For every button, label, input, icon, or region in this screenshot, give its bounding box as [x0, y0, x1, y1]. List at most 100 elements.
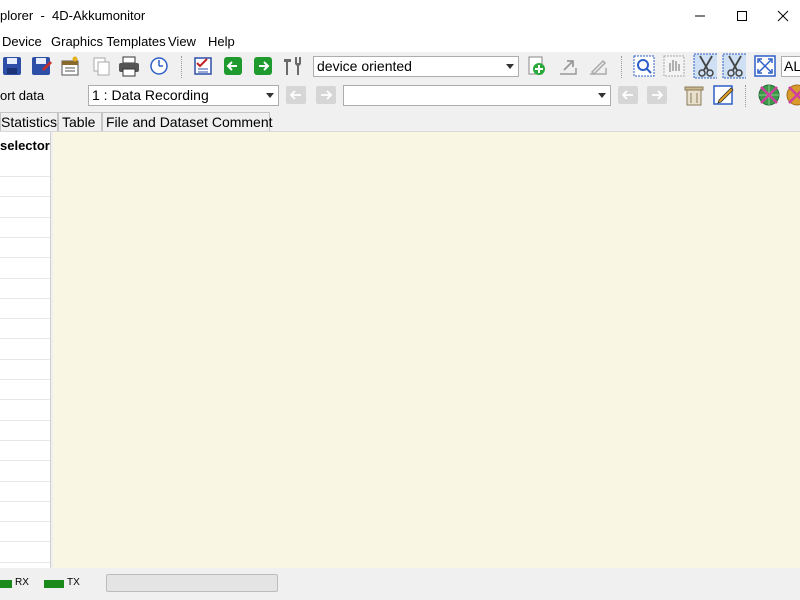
tab-bar: Statistics Table File and Dataset Commen…: [0, 110, 800, 132]
pencil-icon: [713, 85, 734, 105]
menu-graphics-templates[interactable]: Graphics Templates: [51, 34, 166, 49]
globe-disabled-2-icon: [786, 84, 800, 106]
selector-row-line: [0, 481, 50, 482]
cut-left-button[interactable]: [693, 53, 717, 79]
main-toolbar: device oriented AL: [0, 52, 800, 82]
selector-row-line: [0, 359, 50, 360]
globe-cancel-2-button[interactable]: [784, 83, 800, 107]
edit-button[interactable]: [586, 54, 610, 78]
edit-icon: [590, 59, 607, 76]
minimize-button[interactable]: [680, 0, 720, 32]
menu-view[interactable]: View: [168, 34, 196, 49]
clock-icon: [150, 57, 168, 75]
chevron-down-icon: [593, 86, 610, 105]
trash-icon: [684, 86, 704, 106]
scissors-left-icon: [693, 53, 717, 79]
maximize-button[interactable]: [722, 0, 762, 32]
cut-right-button[interactable]: [722, 53, 746, 79]
fit-button[interactable]: [753, 54, 777, 78]
zoom-button[interactable]: [632, 54, 656, 78]
selector-row-line: [0, 521, 50, 522]
selector-row-line: [0, 420, 50, 421]
hand-icon: [663, 55, 685, 77]
save-as-button[interactable]: [29, 54, 53, 78]
record-select-value: 1 : Data Recording: [92, 87, 209, 103]
close-button[interactable]: [766, 0, 800, 32]
menu-bar: Device Graphics Templates View Help: [0, 32, 800, 52]
previous-button[interactable]: [221, 54, 245, 78]
globe-disabled-icon: [758, 84, 780, 106]
globe-cancel-button[interactable]: [756, 83, 780, 107]
selector-row-line: [0, 399, 50, 400]
copy-icon: [93, 57, 110, 76]
selector-row-line: [0, 298, 50, 299]
tab-table[interactable]: Table: [58, 112, 102, 132]
pan-button[interactable]: [662, 54, 686, 78]
selector-row-line: [0, 278, 50, 279]
arrow-right-icon: [254, 57, 272, 75]
selector-row-line: [0, 460, 50, 461]
selector-row-line: [0, 196, 50, 197]
checklist-button[interactable]: [191, 54, 215, 78]
curve-selector-header: selector: [0, 138, 50, 153]
maximize-icon: [737, 11, 747, 21]
view-mode-select-value: device oriented: [317, 58, 412, 74]
tab-file-and-dataset-comment[interactable]: File and Dataset Comment: [102, 112, 273, 132]
channel-next-button[interactable]: [647, 86, 667, 104]
arrow-left-icon: [224, 57, 242, 75]
timer-button[interactable]: [147, 54, 171, 78]
export-data-label[interactable]: ort data: [0, 88, 44, 103]
export-button[interactable]: [556, 54, 580, 78]
fit-to-window-icon: [754, 55, 776, 77]
edit-record-button[interactable]: [712, 83, 736, 107]
view-mode-select[interactable]: device oriented: [313, 56, 519, 77]
copy-button[interactable]: [89, 54, 113, 78]
tx-indicator: [44, 580, 64, 588]
print-button[interactable]: [117, 54, 141, 78]
all-select[interactable]: AL: [781, 56, 800, 77]
save-button[interactable]: [0, 54, 24, 78]
menu-device[interactable]: Device: [2, 34, 42, 49]
status-bar: RX TX: [0, 568, 800, 600]
tools-icon: [284, 57, 301, 75]
secondary-toolbar: ort data 1 : Data Recording: [0, 82, 800, 110]
selector-row-line: [0, 338, 50, 339]
record-previous-button[interactable]: [286, 86, 306, 104]
add-button[interactable]: [525, 54, 549, 78]
checklist-icon: [194, 57, 212, 75]
selector-row-line: [0, 501, 50, 502]
selector-row-line: [0, 176, 50, 177]
curve-selector-panel[interactable]: selector: [0, 132, 51, 568]
selector-row-line: [0, 217, 50, 218]
minimize-icon: [695, 15, 705, 17]
zoom-icon: [633, 55, 655, 77]
properties-icon: [61, 56, 79, 76]
channel-select[interactable]: [343, 85, 611, 106]
close-icon: [777, 10, 789, 22]
all-select-value: AL: [784, 58, 800, 74]
delete-button[interactable]: [682, 83, 706, 107]
export-icon: [560, 60, 577, 75]
channel-previous-button[interactable]: [618, 86, 638, 104]
record-select[interactable]: 1 : Data Recording: [88, 85, 279, 106]
menu-help[interactable]: Help: [208, 34, 235, 49]
add-document-icon: [528, 56, 545, 75]
arrow-right-icon: [652, 90, 664, 100]
arrow-right-icon: [321, 90, 333, 100]
selector-row-line: [0, 379, 50, 380]
tools-button[interactable]: [281, 54, 305, 78]
rx-indicator: [0, 580, 12, 588]
graphics-area[interactable]: [53, 132, 800, 568]
scissors-right-icon: [722, 53, 746, 79]
arrow-left-icon: [621, 90, 633, 100]
record-next-button[interactable]: [316, 86, 336, 104]
properties-button[interactable]: [58, 54, 82, 78]
selector-row-line: [0, 237, 50, 238]
chevron-down-icon: [501, 57, 518, 76]
window-title: plorer - 4D-Akkumonitor: [0, 8, 146, 23]
selector-row-line: [0, 257, 50, 258]
next-button[interactable]: [251, 54, 275, 78]
tab-statistics[interactable]: Statistics: [0, 112, 58, 132]
rx-label: RX: [15, 577, 29, 588]
save-as-icon: [32, 57, 52, 75]
